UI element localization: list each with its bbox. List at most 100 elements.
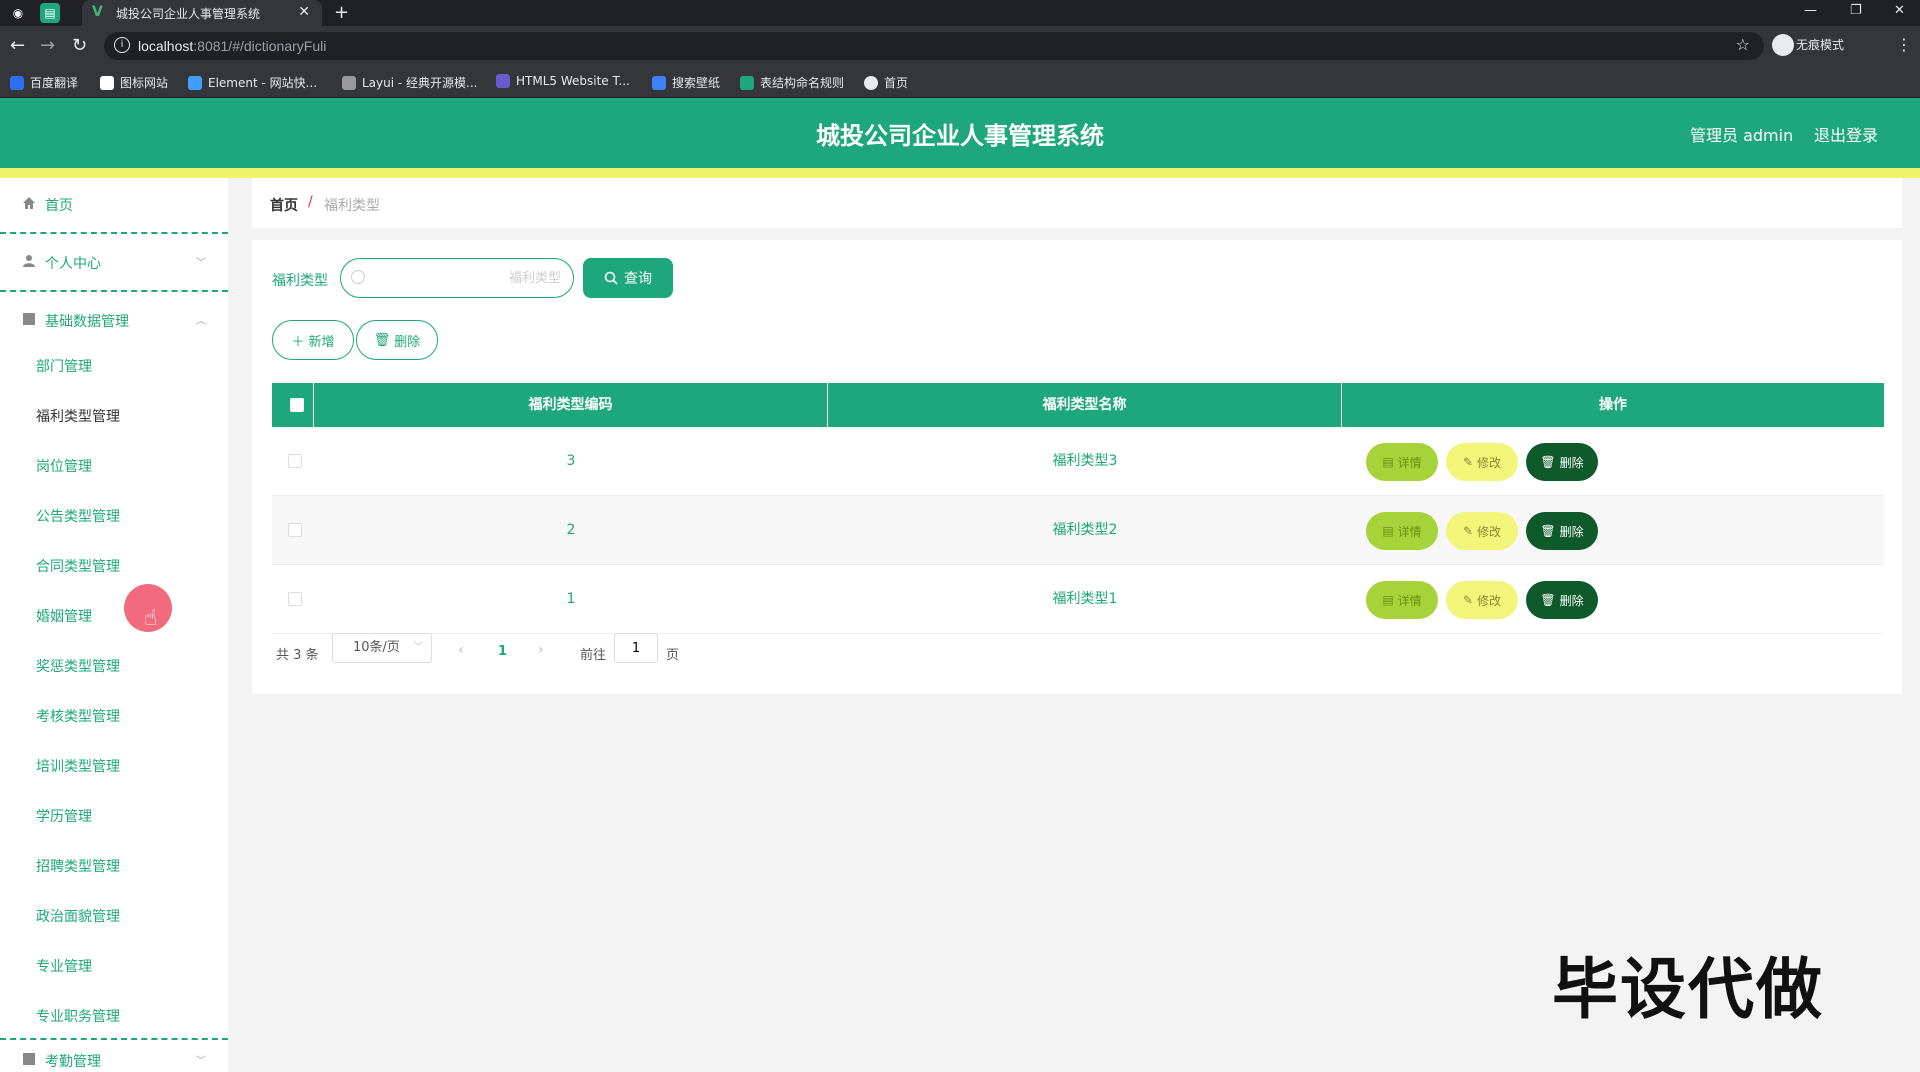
page-suffix: 页 [666,648,680,663]
row-checkbox[interactable] [288,592,302,606]
detail-button[interactable]: ▤ 详情 [1366,581,1438,619]
bookmark-item[interactable]: 表结构命名规则 [740,74,844,91]
edit-label: 修改 [1477,593,1502,608]
goto-page-input[interactable] [614,633,658,663]
sidebar-subitem[interactable]: 招聘类型管理 [36,856,120,876]
sidebar-subitem[interactable]: 政治面貌管理 [36,906,120,926]
sidebar-subitem[interactable]: 考核类型管理 [36,706,120,726]
sidebar-item-label: 个人中心 [45,256,101,272]
sidebar-subitem[interactable]: 岗位管理 [36,456,92,476]
doc-icon: ▤ [1382,524,1394,538]
sidebar-subitem[interactable]: 公告类型管理 [36,506,120,526]
doc-icon: ▤ [1382,455,1394,469]
bookmark-label: 百度翻译 [30,76,79,90]
table-row: 1 福利类型1 ▤ 详情 ✎ 修改 🗑 删除 [272,565,1884,634]
row-checkbox[interactable] [288,523,302,537]
page-number-current[interactable]: 1 [498,644,507,659]
sidebar-subitem[interactable]: 合同类型管理 [36,556,120,576]
sidebar-subitem[interactable]: 专业管理 [36,956,92,976]
sidebar-group-attendance[interactable]: 考勤管理 ﹀ [0,1044,228,1072]
sidebar-subitem[interactable]: 学历管理 [36,806,92,826]
bookmark-favicon [652,75,666,90]
sidebar-subitem-active[interactable]: 福利类型管理 [36,406,120,426]
bookmark-item[interactable]: Element - 网站快... [188,74,317,91]
query-button[interactable]: 查询 [583,258,673,298]
search-box[interactable] [340,258,574,298]
window-close-icon[interactable]: ✕ [1894,3,1905,18]
incognito-icon[interactable] [1772,34,1794,56]
chevron-down-icon: ﹀ [196,258,206,269]
new-tab-icon[interactable]: + [334,2,349,23]
goto-label: 前往 [580,648,607,663]
breadcrumb: 首页 / 福利类型 [252,178,1902,228]
pinned-tab-icon[interactable]: ▤ [40,3,60,23]
sidebar-subitem[interactable]: 婚姻管理 [36,606,92,626]
sidebar-subitem[interactable]: 培训类型管理 [36,756,120,776]
delete-button[interactable]: 🗑 删除 [1526,512,1598,550]
cell-code: 1 [566,591,576,607]
forward-icon[interactable]: → [40,35,55,56]
detail-label: 详情 [1397,524,1422,539]
breadcrumb-separator: / [308,194,313,210]
detail-button[interactable]: ▤ 详情 [1366,512,1438,550]
bookmark-item[interactable]: 首页 [864,74,908,91]
batch-delete-button[interactable]: 🗑 删除 [356,320,438,360]
current-user: 管理员 admin [1690,126,1794,145]
logout-link[interactable]: 退出登录 [1814,122,1878,146]
cell-name: 福利类型1 [1052,591,1118,607]
app-header: 城投公司企业人事管理系统 管理员 admin 退出登录 [0,98,1920,168]
browser-menu-icon[interactable]: ⋮ [1896,35,1912,54]
pencil-icon: ✎ [1462,524,1474,538]
user-icon [23,255,35,267]
restore-icon[interactable]: ❐ [1850,3,1862,18]
bookmark-item[interactable]: Layui - 经典开源模... [342,74,477,91]
search-label: 福利类型 [272,273,328,289]
sidebar-subitem[interactable]: 奖惩类型管理 [36,656,120,676]
cell-name: 福利类型3 [1052,453,1118,469]
bookmark-item[interactable]: 百度翻译 [10,74,78,91]
prev-page-icon[interactable]: ‹ [458,642,464,658]
bookmark-star-icon[interactable]: ☆ [1736,35,1750,54]
home-icon [23,197,35,209]
select-all-cell [272,383,314,427]
sidebar-item-label: 基础数据管理 [45,314,129,330]
row-checkbox[interactable] [288,454,302,468]
search-input[interactable] [371,267,561,289]
add-button[interactable]: ＋ 新增 [272,320,354,360]
trash-icon: 🗑 [373,332,391,347]
detail-button[interactable]: ▤ 详情 [1366,443,1438,481]
bookmark-item[interactable]: 搜索壁纸 [652,74,720,91]
sidebar-subitem[interactable]: 部门管理 [36,356,92,376]
sidebar-item-home[interactable]: 首页 [0,178,228,234]
delete-button[interactable]: 🗑 删除 [1526,443,1598,481]
browser-tab-active[interactable]: V 城投公司企业人事管理系统 ✕ [82,0,322,26]
tab-close-icon[interactable]: ✕ [298,4,310,20]
sidebar-item-label: 首页 [45,198,73,214]
delete-button[interactable]: 🗑 删除 [1526,581,1598,619]
url-field[interactable]: i localhost:8081/#/dictionaryFuli ☆ [104,32,1764,60]
main-content: 福利类型 查询 ＋ 新增 🗑 删除 福利类型编码 福利类型名称 操作 3 福利类… [252,240,1902,694]
site-info-icon[interactable]: i [114,37,130,53]
breadcrumb-home[interactable]: 首页 [270,195,298,215]
back-icon[interactable]: ← [10,35,25,56]
minimize-icon[interactable]: — [1804,3,1817,18]
select-all-checkbox[interactable] [290,398,304,412]
edit-button[interactable]: ✎ 修改 [1446,581,1518,619]
next-page-icon[interactable]: › [538,642,544,658]
trash-icon: 🗑 [1540,593,1556,607]
edit-button[interactable]: ✎ 修改 [1446,512,1518,550]
profile-label: 无痕模式 [1796,38,1845,52]
page-size-select[interactable]: 10条/页 ﹀ [332,633,432,663]
trash-icon: 🗑 [1540,524,1556,538]
sidebar-item-personal[interactable]: 个人中心 ﹀ [0,236,228,292]
bookmark-item[interactable]: HTML5 Website T... [496,74,630,88]
bookmark-item[interactable]: 图标网站 [100,74,168,91]
bookmark-label: 表结构命名规则 [760,76,845,90]
edit-button[interactable]: ✎ 修改 [1446,443,1518,481]
browser-app-icon[interactable]: ◉ [8,3,28,23]
edit-label: 修改 [1477,524,1502,539]
sidebar-subitem[interactable]: 专业职务管理 [36,1006,120,1026]
reload-icon[interactable]: ↻ [72,35,87,56]
url-host: localhost [138,38,194,54]
watermark-text: 毕设代做 [1552,951,1824,1028]
